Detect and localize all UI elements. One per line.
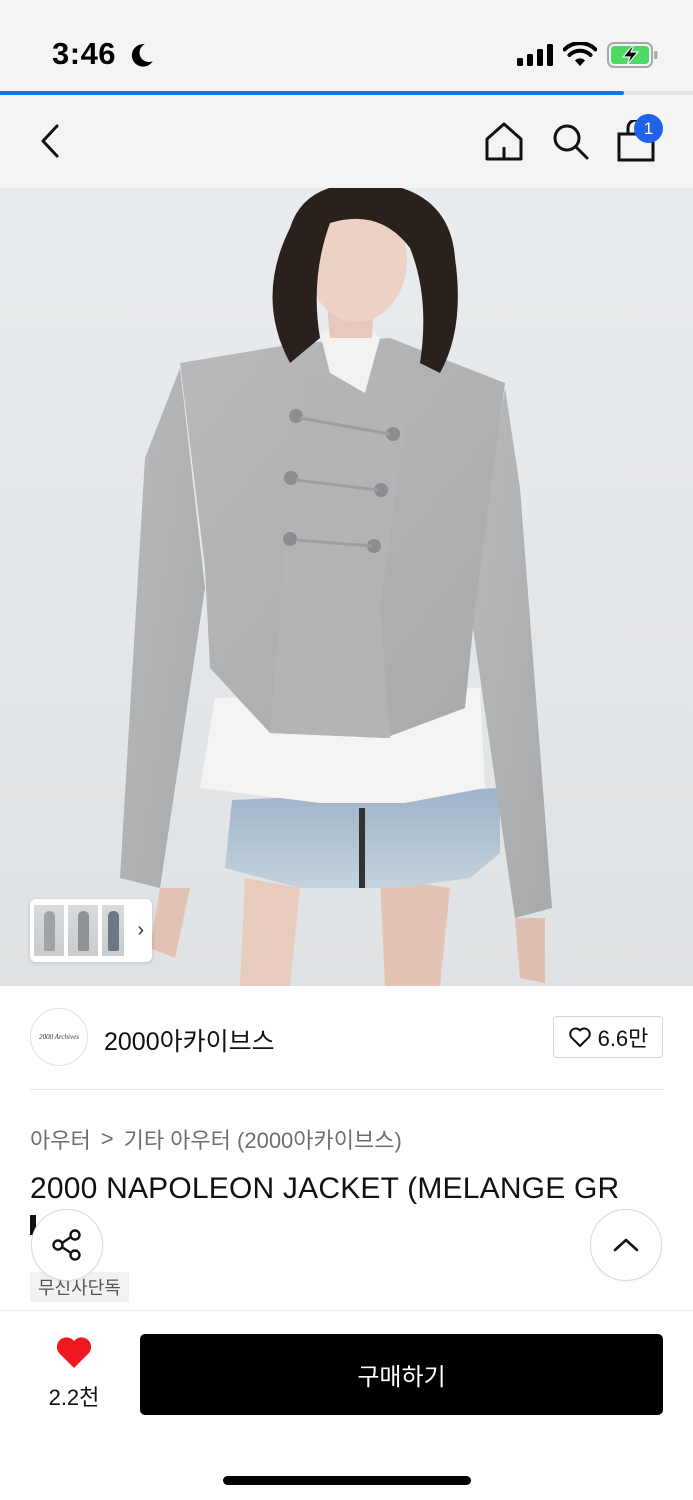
- breadcrumb: 아우터 > 기타 아우터 (2000아카이브스): [30, 1123, 402, 1155]
- battery-charging-icon: [607, 42, 658, 68]
- product-title: 2000 NAPOLEON JACKET (MELANGE GR: [30, 1172, 620, 1205]
- wifi-icon: [563, 42, 597, 66]
- share-button[interactable]: [31, 1209, 103, 1281]
- status-bar: 3:46: [0, 0, 693, 92]
- breadcrumb-other-outer[interactable]: 기타 아우터 (2000아카이브스): [124, 1123, 402, 1155]
- breadcrumb-outer[interactable]: 아우터: [30, 1123, 91, 1155]
- chevron-up-icon: [613, 1238, 639, 1252]
- thumbnail[interactable]: [68, 905, 98, 956]
- scroll-to-top-button[interactable]: [590, 1209, 662, 1281]
- search-button[interactable]: [544, 115, 596, 167]
- moon-icon: [131, 44, 153, 67]
- wishlist-count: 2.2천: [48, 1385, 100, 1410]
- buy-button[interactable]: 구매하기: [140, 1334, 663, 1415]
- thumbnail[interactable]: [102, 905, 124, 956]
- heart-outline-icon: [568, 1027, 591, 1047]
- search-icon: [553, 124, 589, 160]
- brand-like-button[interactable]: 6.6만: [553, 1016, 663, 1058]
- cellular-signal-icon: [517, 44, 553, 66]
- divider: [30, 1089, 663, 1090]
- thumbnail[interactable]: [34, 905, 64, 956]
- home-button[interactable]: [478, 115, 530, 167]
- status-time: 3:46: [52, 36, 117, 71]
- wishlist-button[interactable]: 2.2천: [30, 1336, 118, 1412]
- thumbnail-strip[interactable]: ›: [30, 899, 152, 962]
- thumbnail-next-arrow[interactable]: ›: [137, 919, 144, 942]
- home-indicator: [223, 1476, 471, 1485]
- top-nav-bar: [0, 95, 693, 188]
- chevron-left-icon: [41, 124, 59, 158]
- cart-count-badge: 1: [634, 114, 663, 143]
- brand-name[interactable]: 2000아카이브스: [104, 1022, 275, 1058]
- brand-logo[interactable]: 2000 Archives: [30, 1008, 88, 1066]
- brand-like-count: 6.6만: [597, 1026, 649, 1051]
- share-icon: [52, 1229, 81, 1261]
- back-button[interactable]: [26, 115, 78, 167]
- product-image[interactable]: [0, 188, 693, 986]
- breadcrumb-separator: >: [100, 1126, 114, 1151]
- product-photo-illustration: [120, 188, 552, 986]
- heart-filled-icon: [56, 1337, 92, 1368]
- home-icon: [485, 122, 523, 161]
